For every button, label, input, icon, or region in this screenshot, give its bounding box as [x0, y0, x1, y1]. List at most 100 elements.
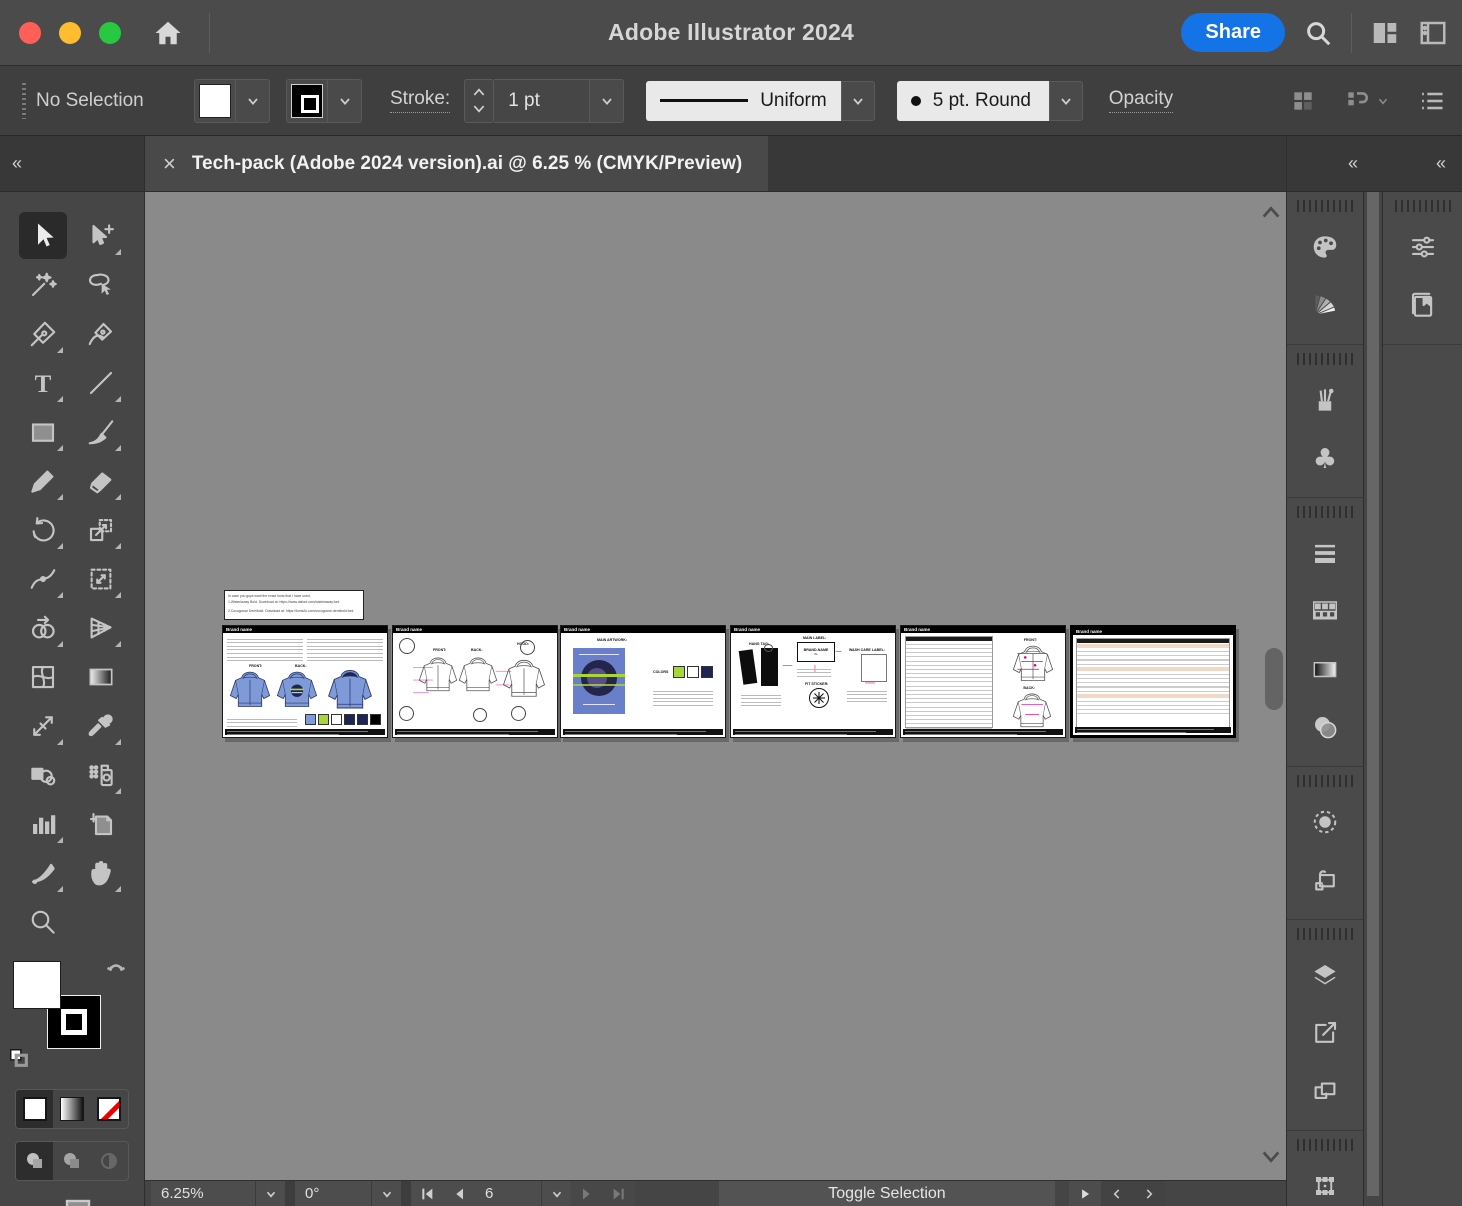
- last-artboard-icon[interactable]: [603, 1181, 635, 1206]
- artboard-3[interactable]: Brand name MAIN ARTWORK: COLORS: [560, 625, 726, 738]
- tool-gradient[interactable]: [77, 653, 125, 700]
- artboard-2[interactable]: Brand name FRONT: BACK: HOOD:: [392, 625, 558, 738]
- menu-list-icon[interactable]: [1418, 87, 1446, 115]
- dock-options-icon[interactable]: [1344, 88, 1390, 114]
- color-panel-icon[interactable]: [1287, 218, 1363, 276]
- tool-magic-wand[interactable]: [19, 261, 67, 308]
- canvas-vertical-scrollbar[interactable]: [1265, 226, 1283, 1146]
- draw-behind-button[interactable]: [53, 1142, 90, 1180]
- workspace-layout-icon[interactable]: [1370, 18, 1400, 48]
- status-play-icon[interactable]: [1069, 1181, 1101, 1206]
- brushes-panel-icon[interactable]: [1287, 371, 1363, 429]
- artboard-6[interactable]: Brand name: [1070, 625, 1236, 738]
- brush-definition-control[interactable]: 5 pt. Round: [897, 81, 1083, 121]
- collapse-panel-icon[interactable]: «: [1436, 153, 1448, 174]
- stroke-weight-value[interactable]: 1 pt: [494, 79, 590, 123]
- panel-gripper[interactable]: [1297, 928, 1353, 940]
- document-tab[interactable]: × Tech-pack (Adobe 2024 version).ai @ 6.…: [145, 136, 768, 191]
- tool-zoom-tool[interactable]: [19, 898, 67, 945]
- fill-color-control[interactable]: [194, 79, 270, 123]
- graphic-styles-panel-icon[interactable]: [1287, 851, 1363, 909]
- none-button[interactable]: [91, 1090, 128, 1128]
- draw-normal-button[interactable]: [16, 1142, 53, 1180]
- chevron-down-icon[interactable]: [841, 81, 875, 121]
- first-artboard-icon[interactable]: [411, 1181, 443, 1206]
- gradient-panel-panel-icon[interactable]: [1287, 640, 1363, 698]
- tool-lasso[interactable]: [77, 261, 125, 308]
- share-button[interactable]: Share: [1181, 13, 1285, 52]
- color-button[interactable]: [16, 1090, 53, 1128]
- tool-mesh[interactable]: [19, 653, 67, 700]
- tool-direct-selection[interactable]: [77, 212, 125, 259]
- collapse-panel-icon[interactable]: «: [12, 153, 24, 174]
- libraries-panel-icon[interactable]: [1383, 276, 1462, 334]
- next-artboard-icon[interactable]: [571, 1181, 603, 1206]
- chevron-down-icon[interactable]: [327, 79, 361, 123]
- tool-measure[interactable]: [19, 702, 67, 749]
- symbols-panel-icon[interactable]: ♣: [1287, 429, 1363, 487]
- scroll-down-icon[interactable]: [1260, 1149, 1282, 1170]
- tool-free-transform[interactable]: [77, 555, 125, 602]
- variable-width-profile-control[interactable]: Uniform: [646, 81, 875, 121]
- tool-artboard[interactable]: [77, 800, 125, 847]
- tool-perspective-grid[interactable]: [77, 604, 125, 651]
- artboard-5[interactable]: Brand name FRONT: BACK:: [900, 625, 1066, 738]
- transparency-panel-icon[interactable]: [1287, 698, 1363, 756]
- panel-gripper[interactable]: [1297, 1139, 1353, 1151]
- stroke-color-control[interactable]: [286, 79, 362, 123]
- artboard-1[interactable]: Brand name FRONT: BACK:: [222, 625, 388, 738]
- stroke-weight-stepper[interactable]: [464, 79, 494, 123]
- artboards-panel-panel-icon[interactable]: [1287, 1062, 1363, 1120]
- tool-hand[interactable]: [77, 849, 125, 896]
- control-bar-grip[interactable]: [22, 83, 26, 119]
- collapse-panel-icon[interactable]: «: [1348, 153, 1360, 174]
- tool-pencil[interactable]: [19, 457, 67, 504]
- export-panel-icon[interactable]: [1287, 1004, 1363, 1062]
- transform-panel-icon[interactable]: [1287, 1157, 1363, 1206]
- home-icon[interactable]: [151, 16, 185, 50]
- chevron-down-icon[interactable]: [590, 79, 624, 123]
- stroke-swatch[interactable]: [291, 84, 323, 118]
- panel-gripper[interactable]: [1297, 353, 1353, 365]
- artboard-dropdown-icon[interactable]: [541, 1181, 571, 1206]
- properties-panel-icon[interactable]: [1383, 218, 1462, 276]
- panel-gripper[interactable]: [1297, 200, 1353, 212]
- tool-eyedropper[interactable]: [77, 702, 125, 749]
- tool-shape-builder[interactable]: [19, 604, 67, 651]
- opacity-panel-link[interactable]: Opacity: [1109, 88, 1173, 113]
- chevron-down-icon[interactable]: [235, 79, 269, 123]
- tool-type[interactable]: T: [19, 359, 67, 406]
- previous-artboard-icon[interactable]: [443, 1181, 475, 1206]
- tool-column-graph[interactable]: [19, 800, 67, 847]
- chevron-down-icon[interactable]: [1049, 81, 1083, 121]
- tool-curvature[interactable]: [77, 310, 125, 357]
- tool-eraser[interactable]: [77, 457, 125, 504]
- tool-blend[interactable]: [19, 751, 67, 798]
- tool-pen[interactable]: [19, 310, 67, 357]
- dock-scrollbar[interactable]: [1363, 192, 1383, 1206]
- tool-scale[interactable]: [77, 506, 125, 553]
- gradient-button[interactable]: [53, 1090, 90, 1128]
- zoom-level-dropdown-icon[interactable]: [255, 1181, 285, 1206]
- tool-paintbrush[interactable]: [77, 408, 125, 455]
- appearance-panel-icon[interactable]: [1287, 793, 1363, 851]
- swap-fill-stroke-icon[interactable]: [104, 959, 128, 988]
- zoom-level-field[interactable]: 6.25%: [151, 1181, 255, 1206]
- status-prev-icon[interactable]: [1101, 1181, 1133, 1206]
- default-fill-stroke-icon[interactable]: [8, 1047, 30, 1074]
- zoom-window-button[interactable]: [99, 22, 121, 44]
- artboard-4[interactable]: Brand name HANG TAG: MAIN LABEL: BRAND-N…: [730, 625, 896, 738]
- panel-gripper[interactable]: [1297, 506, 1353, 518]
- artboard-number-field[interactable]: 6: [475, 1181, 541, 1206]
- panel-gripper[interactable]: [1395, 200, 1451, 212]
- scroll-up-icon[interactable]: [1260, 204, 1282, 225]
- tool-selection[interactable]: [19, 212, 67, 259]
- tool-symbol-sprayer[interactable]: [77, 751, 125, 798]
- color-guide-panel-icon[interactable]: [1287, 276, 1363, 334]
- dock-scrollbar-thumb[interactable]: [1367, 192, 1380, 1196]
- close-window-button[interactable]: [19, 22, 41, 44]
- tool-rotate[interactable]: [19, 506, 67, 553]
- arrange-documents-icon[interactable]: [1418, 18, 1448, 48]
- stroke-panel-link[interactable]: Stroke:: [390, 88, 450, 113]
- swatches-panel-icon[interactable]: [1287, 582, 1363, 640]
